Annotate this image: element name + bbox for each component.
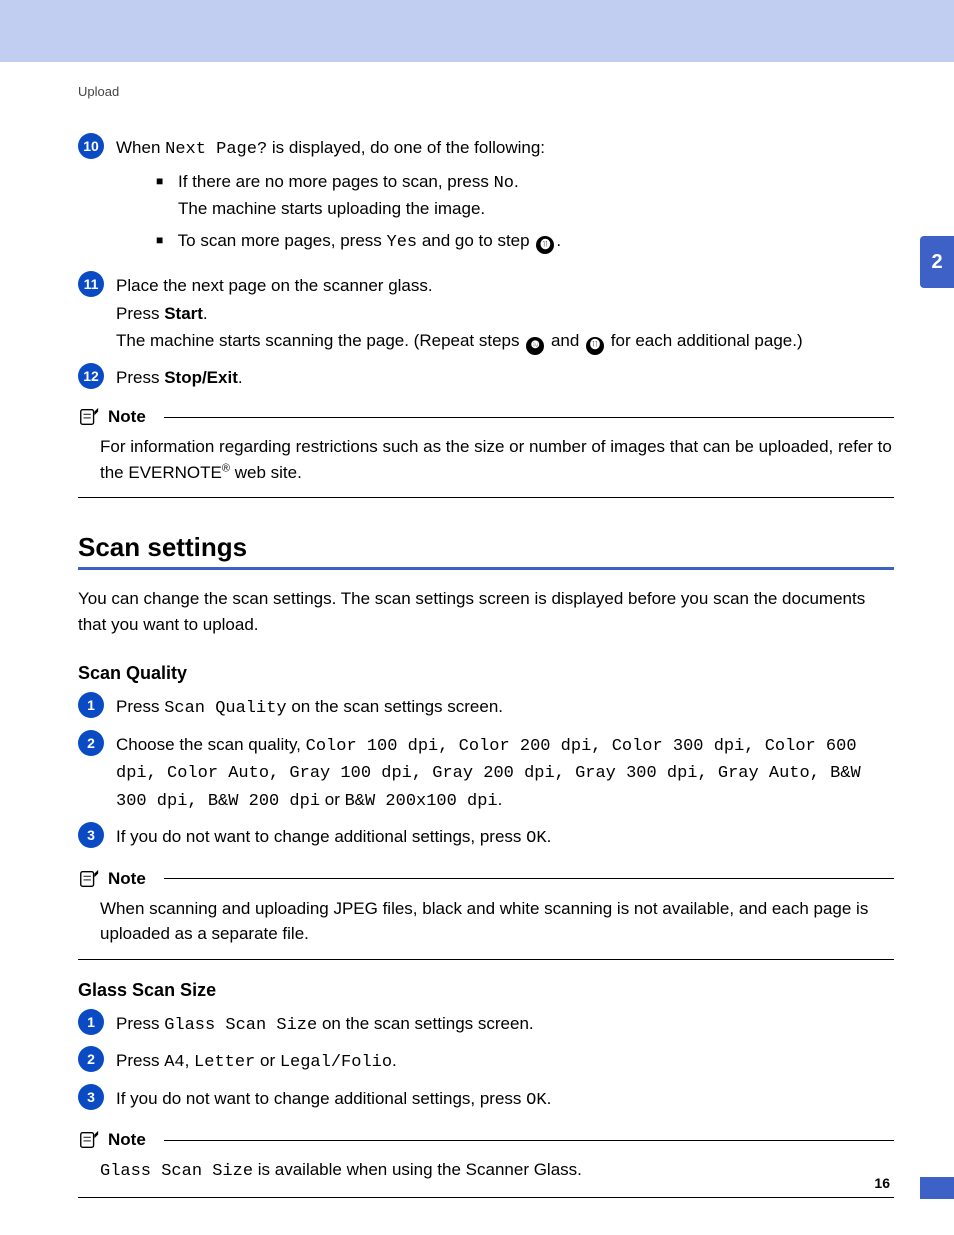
subheading-glass-scan-size: Glass Scan Size: [78, 980, 894, 1001]
glass-step-3: 3 If you do not want to change additiona…: [78, 1086, 894, 1116]
glass-step-1: 1 Press Glass Scan Size on the scan sett…: [78, 1011, 894, 1041]
top-banner: [0, 0, 954, 62]
bold-text: Stop/Exit: [164, 368, 238, 387]
step-number-10: 10: [78, 133, 104, 159]
text: The machine starts scanning the page. (R…: [116, 331, 524, 350]
text: If you do not want to change additional …: [116, 827, 526, 846]
text: ,: [185, 1051, 194, 1070]
text: Press: [116, 1014, 164, 1033]
step-number-3: 3: [78, 822, 104, 848]
text: .: [547, 827, 552, 846]
text: If you do not want to change additional …: [116, 1089, 526, 1108]
note-block: Note When scanning and uploading JPEG fi…: [78, 868, 894, 960]
text: Press: [116, 304, 164, 323]
step-number-12: 12: [78, 363, 104, 389]
text: To scan more pages, press: [178, 231, 387, 250]
step-number-2: 2: [78, 1046, 104, 1072]
note-title: Note: [108, 1130, 146, 1150]
code-text: B&W 200x100 dpi: [345, 792, 498, 811]
registered-mark: ®: [222, 462, 230, 474]
section-heading-scan-settings: Scan settings: [78, 532, 894, 563]
bold-text: Start: [164, 304, 203, 323]
text: .: [514, 172, 519, 191]
note-text: For information regarding restrictions s…: [100, 437, 892, 482]
code-text: OK: [526, 829, 546, 848]
quality-step-1: 1 Press Scan Quality on the scan setting…: [78, 694, 894, 724]
note-text: is available when using the Scanner Glas…: [253, 1160, 582, 1179]
glass-step-2: 2 Press A4, Letter or Legal/Folio.: [78, 1048, 894, 1078]
breadcrumb: Upload: [78, 84, 894, 99]
note-icon: [78, 1129, 100, 1151]
section-rule: [78, 567, 894, 570]
note-rule: [164, 417, 894, 418]
text: on the scan settings screen.: [317, 1014, 533, 1033]
note-close-rule: [78, 1197, 894, 1198]
step-ref-11: ⓫: [586, 337, 604, 355]
page-content: Upload 2 10 When Next Page? is displayed…: [0, 62, 954, 1198]
text: for each additional page.): [606, 331, 803, 350]
page-number: 16: [874, 1175, 890, 1191]
text: .: [392, 1051, 397, 1070]
note-close-rule: [78, 497, 894, 498]
text: and go to step: [417, 231, 534, 250]
note-icon: [78, 406, 100, 428]
footer-accent: [920, 1177, 954, 1199]
code-text: A4: [164, 1053, 184, 1072]
text: Press: [116, 368, 164, 387]
step-number-1: 1: [78, 1009, 104, 1035]
text: .: [547, 1089, 552, 1108]
step-number-11: 11: [78, 271, 104, 297]
code-text: Yes: [387, 233, 418, 252]
note-title: Note: [108, 407, 146, 427]
text: .: [238, 368, 243, 387]
step-number-3: 3: [78, 1084, 104, 1110]
text: .: [556, 231, 561, 250]
code-text: Glass Scan Size: [164, 1016, 317, 1035]
step-10: 10 When Next Page? is displayed, do one …: [78, 135, 894, 265]
note-title: Note: [108, 869, 146, 889]
quality-step-3: 3 If you do not want to change additiona…: [78, 824, 894, 854]
step-12: 12 Press Stop/Exit.: [78, 365, 894, 393]
sub-text: The machine starts uploading the image.: [178, 196, 894, 222]
text: on the scan settings screen.: [287, 697, 503, 716]
text: When: [116, 138, 165, 157]
bullet-item: To scan more pages, press Yes and go to …: [156, 228, 894, 256]
chapter-tab: 2: [920, 236, 954, 288]
step-ref-10: ❿: [526, 337, 544, 355]
text: is displayed, do one of the following:: [267, 138, 545, 157]
note-rule: [164, 1140, 894, 1141]
note-text: When scanning and uploading JPEG files, …: [100, 896, 894, 947]
bullet-item: If there are no more pages to scan, pres…: [156, 169, 894, 222]
note-text: web site.: [230, 463, 302, 482]
code-text: Scan Quality: [164, 699, 286, 718]
quality-step-2: 2 Choose the scan quality, Color 100 dpi…: [78, 732, 894, 817]
text: .: [203, 304, 208, 323]
subheading-scan-quality: Scan Quality: [78, 663, 894, 684]
code-text: Letter: [194, 1053, 255, 1072]
text: or: [255, 1051, 280, 1070]
text: Choose the scan quality,: [116, 735, 306, 754]
note-block: Note Glass Scan Size is available when u…: [78, 1129, 894, 1198]
code-text: Glass Scan Size: [100, 1162, 253, 1181]
code-text: No: [494, 174, 514, 193]
section-intro: You can change the scan settings. The sc…: [78, 586, 894, 637]
text: .: [498, 790, 503, 809]
text: Place the next page on the scanner glass…: [116, 273, 894, 299]
step-number-2: 2: [78, 730, 104, 756]
note-block: Note For information regarding restricti…: [78, 406, 894, 498]
text: and: [546, 331, 584, 350]
step-11: 11 Place the next page on the scanner gl…: [78, 273, 894, 357]
code-text: Legal/Folio: [280, 1053, 392, 1072]
note-close-rule: [78, 959, 894, 960]
step-number-1: 1: [78, 692, 104, 718]
text: Press: [116, 697, 164, 716]
text: or: [320, 790, 345, 809]
note-rule: [164, 878, 894, 879]
text: Press: [116, 1051, 164, 1070]
code-text: Next Page?: [165, 140, 267, 159]
note-icon: [78, 868, 100, 890]
code-text: OK: [526, 1091, 546, 1110]
text: If there are no more pages to scan, pres…: [178, 172, 494, 191]
step-ref-11: ⓫: [536, 236, 554, 254]
